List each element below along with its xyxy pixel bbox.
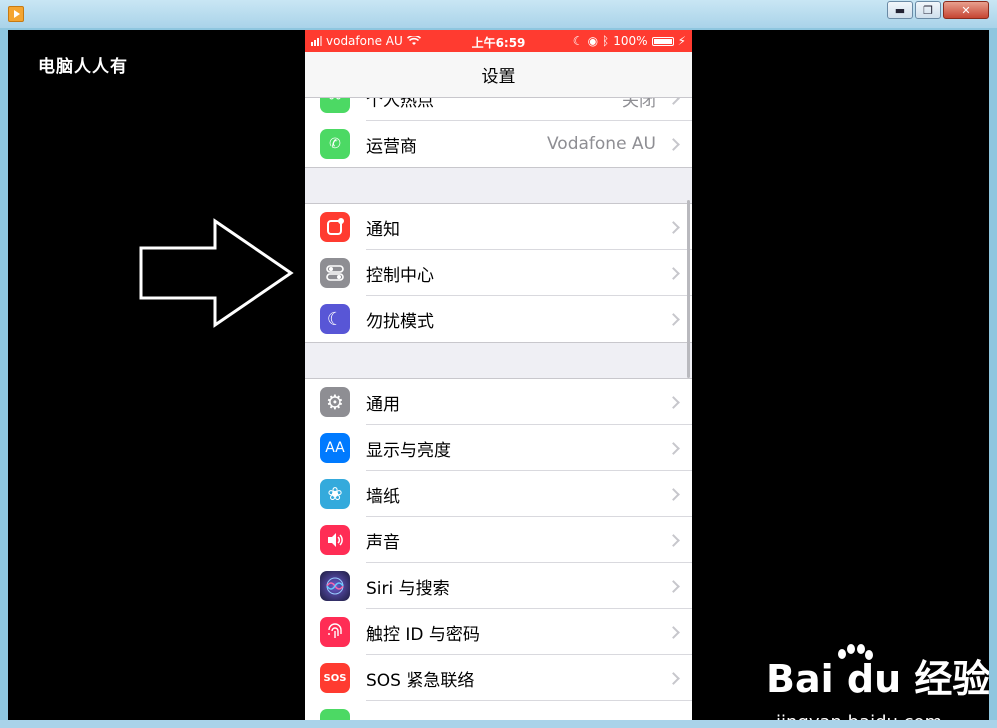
scrollbar[interactable] bbox=[687, 200, 690, 378]
chevron-right-icon bbox=[667, 625, 680, 639]
notifications-icon bbox=[320, 212, 350, 242]
close-button[interactable]: ✕ bbox=[943, 1, 989, 19]
baidu-logo-text: Bai du 经验 bbox=[766, 657, 989, 701]
battery-icon bbox=[320, 709, 350, 720]
chevron-right-icon bbox=[667, 312, 680, 326]
chevron-right-icon bbox=[667, 533, 680, 547]
fingerprint-icon bbox=[320, 617, 350, 647]
app-icon bbox=[8, 6, 24, 22]
pointer-arrow-icon bbox=[139, 218, 294, 328]
settings-row-control-center[interactable]: 控制中心 bbox=[305, 250, 692, 296]
baidu-url: jingyan.baidu.com bbox=[776, 712, 942, 720]
speaker-icon bbox=[320, 525, 350, 555]
moon-status-icon: ☾ bbox=[572, 34, 584, 48]
chevron-right-icon bbox=[667, 266, 680, 280]
control-center-icon bbox=[320, 258, 350, 288]
window-controls: ▬ ❐ ✕ bbox=[887, 1, 989, 19]
settings-row-carrier[interactable]: ✆ 运营商 Vodafone AU bbox=[305, 121, 692, 167]
window-titlebar: ▬ ❐ ✕ bbox=[0, 0, 997, 28]
settings-row-sounds[interactable]: 声音 bbox=[305, 517, 692, 563]
settings-row-display[interactable]: AA 显示与亮度 bbox=[305, 425, 692, 471]
chevron-right-icon bbox=[667, 487, 680, 501]
settings-row-sos[interactable]: SOS SOS 紧急联络 bbox=[305, 655, 692, 701]
nav-bar-overlay: 设置 bbox=[305, 52, 692, 98]
settings-row-touch-id[interactable]: 触控 ID 与密码 bbox=[305, 609, 692, 655]
status-bar: vodafone AU 上午6:59 ☾ ◉ ᛒ 100% ⚡ bbox=[305, 30, 692, 52]
window-frame-bottom bbox=[0, 720, 997, 728]
chevron-right-icon bbox=[667, 137, 680, 151]
settings-row-notifications[interactable]: 通知 bbox=[305, 204, 692, 250]
wallpaper-icon: ❀ bbox=[320, 479, 350, 509]
minimize-button[interactable]: ▬ bbox=[887, 1, 913, 19]
phone-icon: ✆ bbox=[320, 129, 350, 159]
settings-row-do-not-disturb[interactable]: ☾ 勿扰模式 bbox=[305, 296, 692, 342]
channel-watermark: 电脑人人有 bbox=[38, 57, 128, 77]
chevron-right-icon bbox=[667, 671, 680, 685]
display-icon: AA bbox=[320, 433, 350, 463]
moon-icon: ☾ bbox=[320, 304, 350, 334]
paw-icon bbox=[838, 644, 873, 660]
chevron-right-icon bbox=[667, 220, 680, 234]
charging-icon: ⚡ bbox=[677, 34, 686, 48]
settings-row-general[interactable]: ⚙ 通用 bbox=[305, 379, 692, 425]
video-area: 电脑人人有 vodafone AU 上午6:59 ☾ ◉ ᛒ 100% ⚡ 设置… bbox=[8, 30, 989, 720]
battery-icon bbox=[651, 36, 674, 46]
settings-row-battery[interactable] bbox=[305, 701, 692, 720]
gear-icon: ⚙ bbox=[320, 387, 350, 417]
chevron-right-icon bbox=[667, 441, 680, 455]
sos-icon: SOS bbox=[320, 663, 350, 693]
rotation-lock-icon: ◉ bbox=[587, 34, 599, 48]
phone-screen: vodafone AU 上午6:59 ☾ ◉ ᛒ 100% ⚡ 设置 ⚯ 个人热… bbox=[305, 30, 692, 720]
siri-icon bbox=[320, 571, 350, 601]
restore-button[interactable]: ❐ bbox=[915, 1, 941, 19]
settings-row-siri[interactable]: Siri 与搜索 bbox=[305, 563, 692, 609]
battery-percent: 100% bbox=[613, 34, 648, 48]
chevron-right-icon bbox=[667, 395, 680, 409]
settings-row-wallpaper[interactable]: ❀ 墙纸 bbox=[305, 471, 692, 517]
chevron-right-icon bbox=[667, 579, 680, 593]
bluetooth-icon: ᛒ bbox=[602, 34, 610, 48]
